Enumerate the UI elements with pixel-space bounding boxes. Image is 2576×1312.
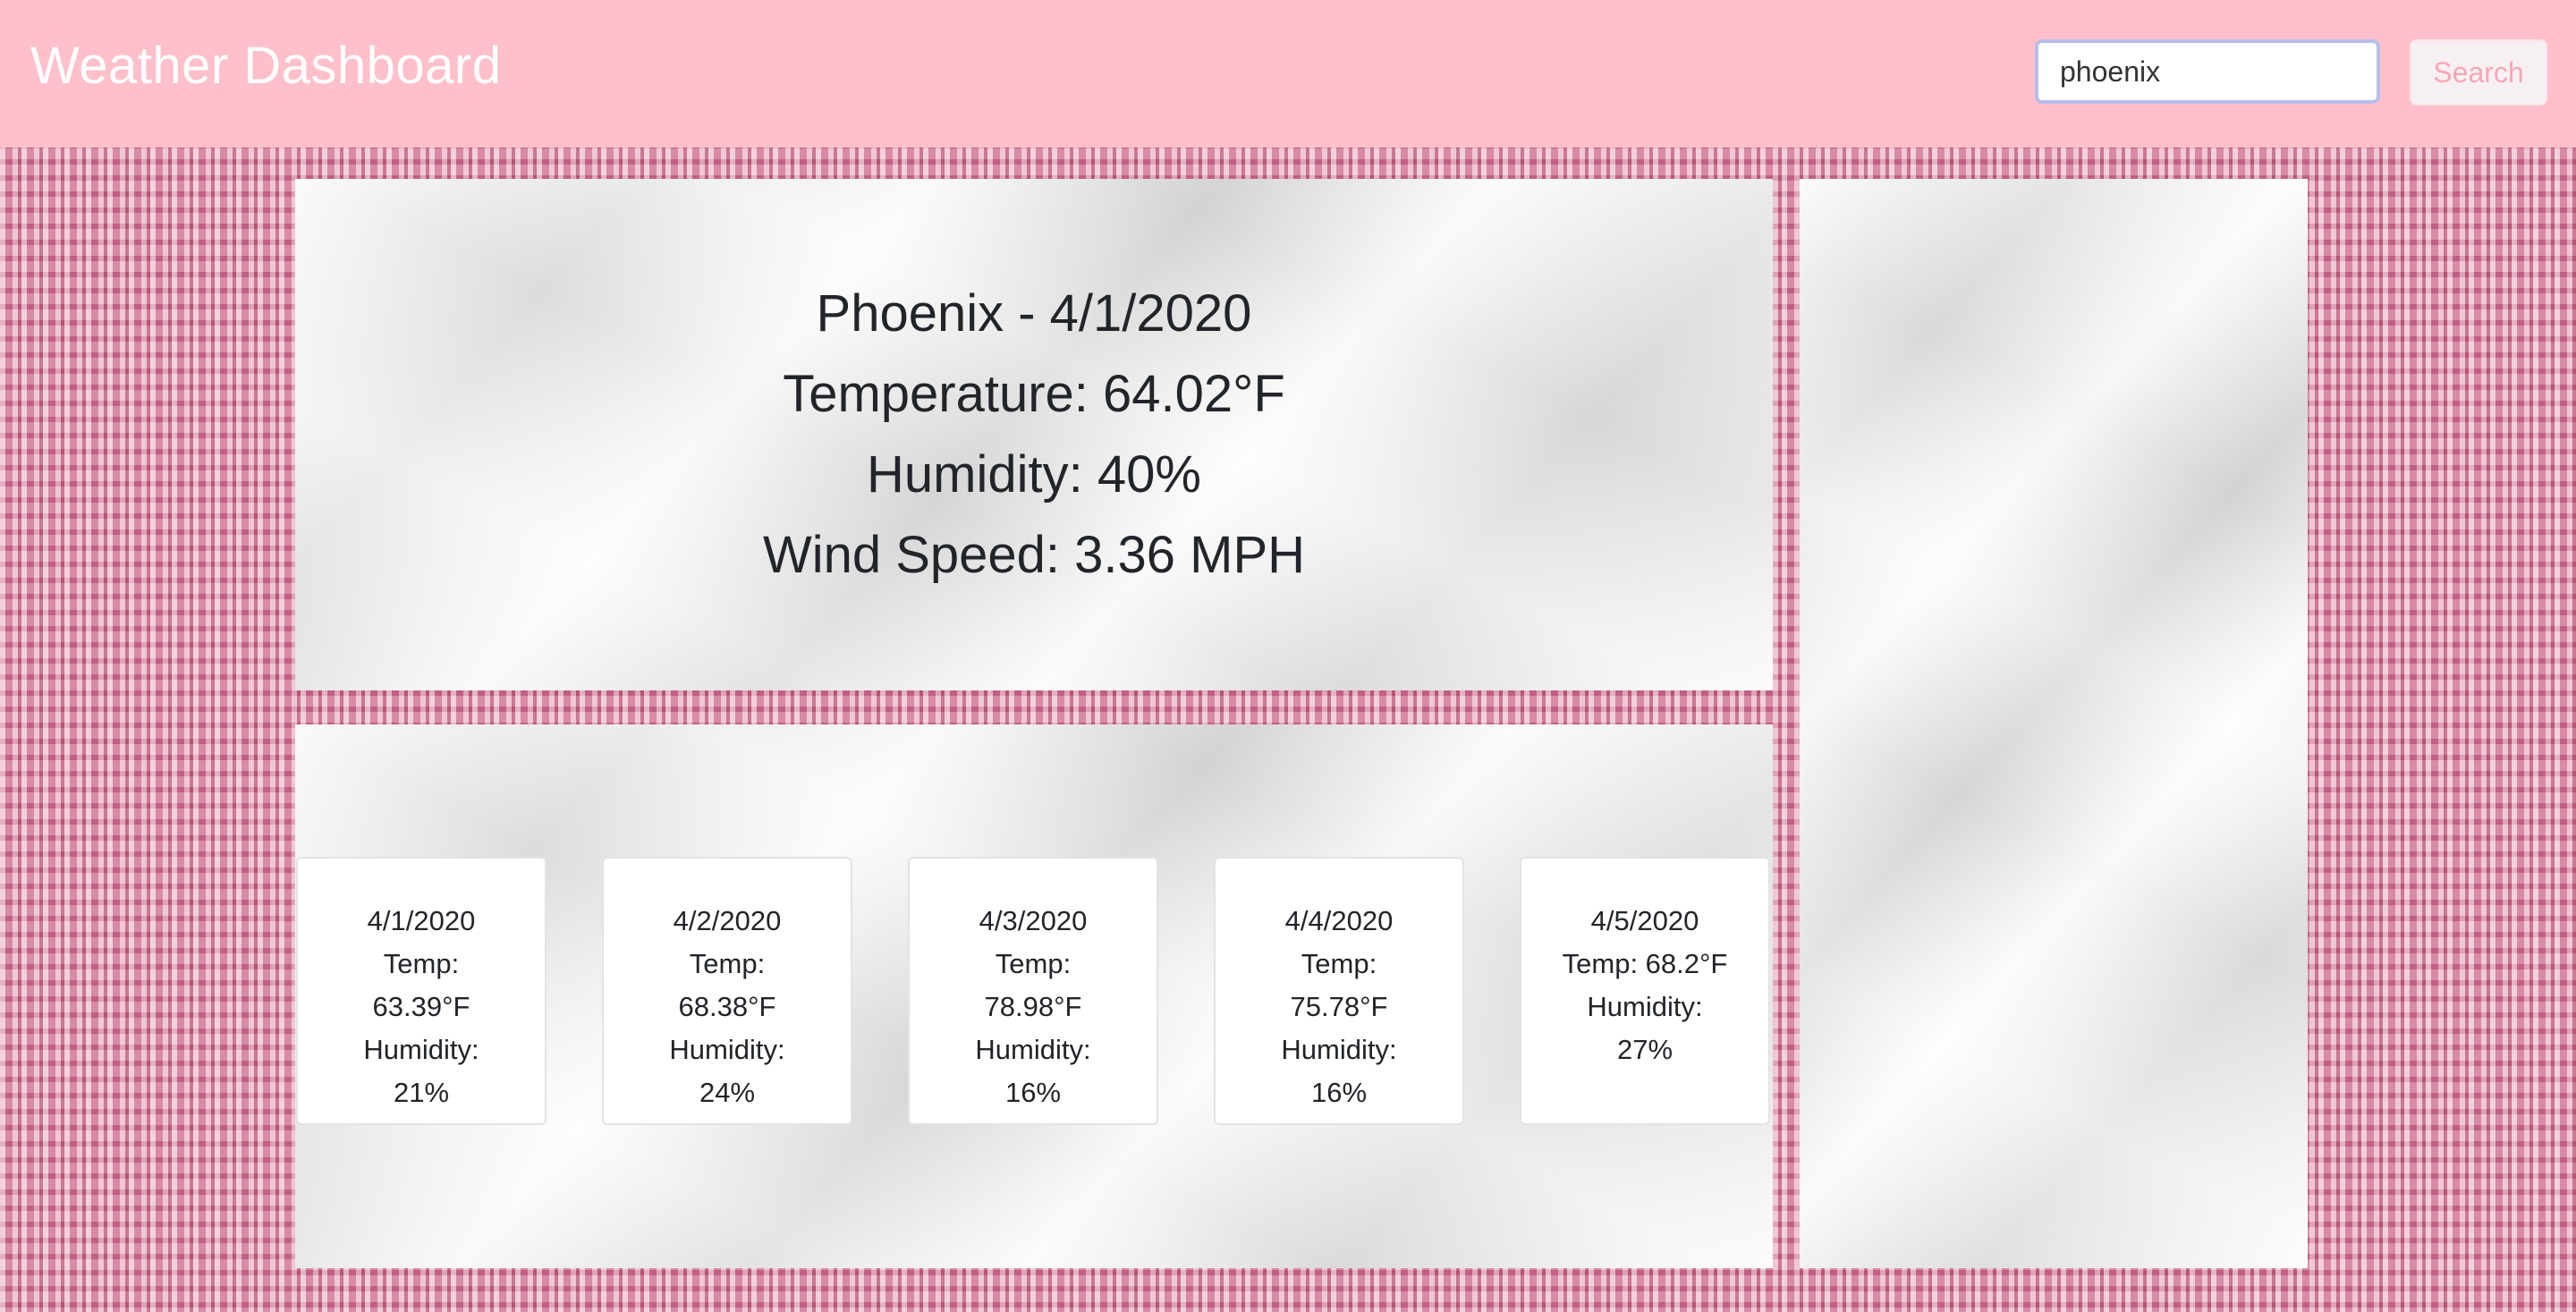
forecast-humidity-value: 21% — [393, 1077, 450, 1108]
app-title: Weather Dashboard — [30, 37, 502, 95]
forecast-humidity-label: Humidity: — [363, 1034, 479, 1065]
forecast-temp-label: Temp: — [995, 948, 1072, 979]
forecast-card: 4/3/2020 Temp: 78.98°F Humidity: 16% — [908, 857, 1158, 1125]
forecast-humidity-label: Humidity: — [1281, 1034, 1397, 1065]
forecast-temp-line: Temp: 68.2°F — [1562, 948, 1728, 979]
forecast-card: 4/2/2020 Temp: 68.38°F Humidity: 24% — [602, 857, 852, 1125]
forecast-date: 4/4/2020 — [1284, 905, 1394, 936]
forecast-humidity-label: Humidity: — [669, 1034, 785, 1065]
forecast-humidity-value: 16% — [1004, 1077, 1062, 1108]
forecast-humidity-label: Humidity: — [975, 1034, 1091, 1065]
forecast-date: 4/2/2020 — [673, 905, 782, 936]
forecast-humidity-value: 16% — [1310, 1077, 1368, 1108]
city-search-input[interactable] — [2035, 39, 2380, 104]
forecast-humidity-value: 27% — [1616, 1034, 1674, 1065]
search-button[interactable]: Search — [2410, 39, 2547, 106]
forecast-date: 4/1/2020 — [367, 905, 476, 936]
forecast-humidity-value: 24% — [699, 1077, 756, 1108]
forecast-temp-value: 63.39°F — [372, 991, 470, 1022]
forecast-humidity-label: Humidity: — [1587, 991, 1703, 1022]
forecast-card: 4/4/2020 Temp: 75.78°F Humidity: 16% — [1214, 857, 1464, 1125]
current-temperature: Temperature: 64.02°F — [783, 365, 1285, 423]
forecast-card: 4/1/2020 Temp: 63.39°F Humidity: 21% — [296, 857, 547, 1125]
forecast-temp-label: Temp: — [689, 948, 766, 979]
search-history-panel — [1800, 179, 2308, 1268]
current-wind-speed: Wind Speed: 3.36 MPH — [762, 526, 1306, 584]
forecast-temp-label: Temp: — [383, 948, 460, 979]
forecast-temp-value: 68.38°F — [678, 991, 776, 1022]
forecast-date: 4/5/2020 — [1590, 905, 1699, 936]
forecast-date: 4/3/2020 — [979, 905, 1088, 936]
forecast-temp-label: Temp: — [1301, 948, 1377, 979]
city-date: Phoenix - 4/1/2020 — [816, 284, 1252, 343]
forecast-temp-value: 78.98°F — [984, 991, 1082, 1022]
current-weather-panel: Phoenix - 4/1/2020 Temperature: 64.02°F … — [295, 179, 1773, 690]
forecast-temp-value: 75.78°F — [1290, 991, 1388, 1022]
current-humidity: Humidity: 40% — [867, 445, 1201, 504]
forecast-card: 4/5/2020 Temp: 68.2°F Humidity: 27% — [1520, 857, 1770, 1125]
current-weather-info: Phoenix - 4/1/2020 Temperature: 64.02°F … — [295, 274, 1773, 596]
navbar: Weather Dashboard Search — [0, 0, 2576, 148]
